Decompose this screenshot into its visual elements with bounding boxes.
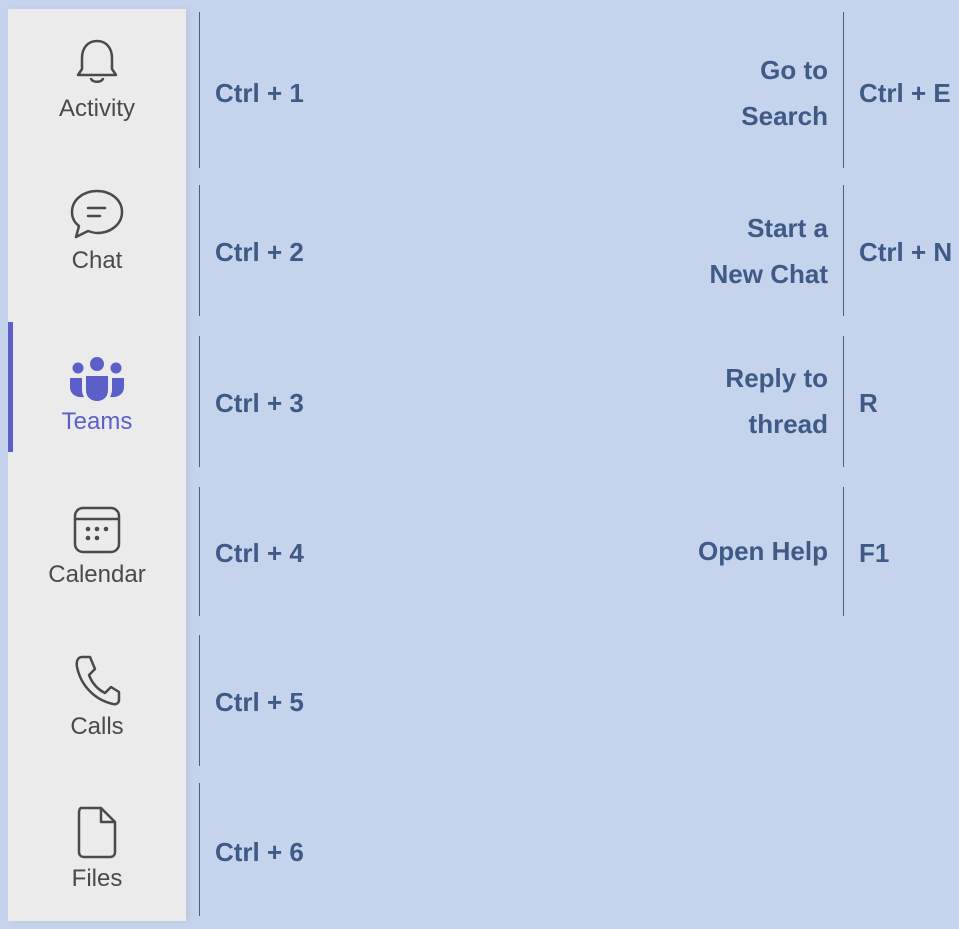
shortcut-calendar: Ctrl + 4 — [215, 538, 304, 568]
action-open-help: Open Help — [698, 528, 828, 574]
nav-activity-label: Activity — [58, 95, 135, 122]
nav-chat[interactable]: Chat — [8, 161, 186, 311]
calendar-icon — [72, 501, 122, 555]
separator — [843, 12, 844, 168]
nav-activity[interactable]: Activity — [8, 9, 186, 159]
action-reply-to-thread-line2: thread — [748, 409, 828, 439]
action-start-new-chat-line2: New Chat — [709, 259, 828, 289]
shortcut-search: Ctrl + E — [859, 78, 951, 108]
bell-icon — [75, 35, 119, 89]
shortcut-activity: Ctrl + 1 — [215, 78, 304, 108]
nav-files-label: Files — [71, 865, 123, 892]
nav-calls[interactable]: Calls — [8, 627, 186, 777]
chat-icon — [68, 187, 126, 241]
separator — [843, 487, 844, 616]
nav-calendar-label: Calendar — [48, 561, 146, 588]
action-go-to-search-line2: Search — [741, 101, 828, 131]
app-bar: Activity Chat Teams Calendar Calls Files — [8, 9, 186, 921]
action-start-new-chat-line1: Start a — [747, 213, 828, 243]
shortcut-chat: Ctrl + 2 — [215, 237, 304, 267]
action-go-to-search: Go to Search — [741, 47, 828, 139]
shortcut-teams: Ctrl + 3 — [215, 388, 304, 418]
separator — [843, 185, 844, 316]
separator — [199, 487, 200, 616]
separator — [199, 336, 200, 467]
action-go-to-search-line1: Go to — [760, 55, 828, 85]
separator — [199, 783, 200, 916]
file-icon — [75, 805, 119, 859]
nav-calendar[interactable]: Calendar — [8, 475, 186, 625]
nav-teams[interactable]: Teams — [8, 322, 186, 472]
nav-calls-label: Calls — [70, 713, 124, 740]
nav-chat-label: Chat — [71, 247, 123, 274]
shortcut-reply: R — [859, 388, 878, 418]
nav-teams-label: Teams — [61, 408, 133, 435]
phone-icon — [73, 653, 121, 707]
action-open-help-line1: Open Help — [697, 536, 828, 566]
separator — [199, 635, 200, 766]
separator — [199, 185, 200, 316]
shortcut-files: Ctrl + 6 — [215, 837, 304, 867]
action-reply-to-thread-line1: Reply to — [725, 363, 828, 393]
shortcut-calls: Ctrl + 5 — [215, 687, 304, 717]
active-indicator — [8, 322, 13, 452]
separator — [843, 336, 844, 467]
separator — [199, 12, 200, 168]
teams-icon — [68, 348, 126, 402]
nav-files[interactable]: Files — [8, 779, 186, 929]
action-reply-to-thread: Reply to thread — [725, 355, 828, 447]
action-start-new-chat: Start a New Chat — [710, 205, 828, 297]
shortcut-help: F1 — [859, 538, 890, 568]
shortcut-new-chat: Ctrl + N — [859, 237, 953, 267]
